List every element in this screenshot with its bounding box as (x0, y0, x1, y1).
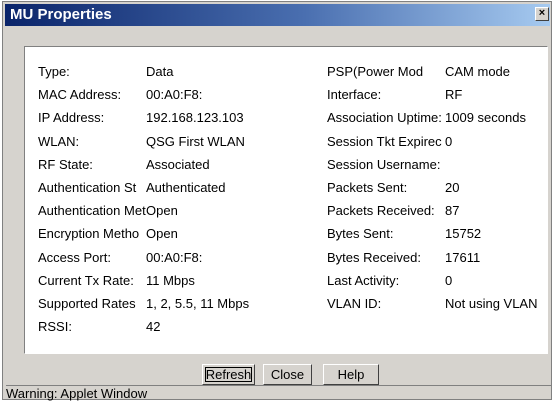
close-icon: × (538, 7, 546, 19)
property-label: Packets Received: (327, 203, 435, 219)
title-bar[interactable]: MU Properties × (5, 4, 550, 26)
property-row: Last Activity: 0 (25, 270, 545, 292)
property-row: Association Uptime: 1009 seconds (25, 107, 545, 129)
property-value: 1009 seconds (445, 110, 526, 126)
property-value: RF (445, 87, 463, 103)
properties-panel: Type: Data MAC Address: 00:A0:F8: IP Address… (24, 46, 548, 354)
property-label: VLAN ID: (327, 296, 382, 311)
property-value: 42 (146, 319, 161, 335)
mu-properties-window: MU Properties × Type: Data MAC Address: 00:… (2, 1, 552, 401)
close-window-button[interactable]: × (535, 7, 549, 21)
property-label: Association Uptime: (327, 110, 442, 126)
property-value: Not using VLAN (445, 296, 538, 311)
property-label: Session Tkt Expirec (327, 133, 442, 149)
property-value: 17611 (445, 249, 481, 265)
help-button[interactable]: Help (323, 364, 379, 385)
property-row: Session Tkt Expirec 0 (25, 131, 545, 153)
property-value: 15752 (445, 226, 482, 242)
property-row: Bytes Received: 17611 (25, 247, 545, 269)
property-label: Bytes Received: (327, 249, 421, 265)
property-value: 0 (445, 133, 453, 149)
property-label: Last Activity: (327, 272, 400, 288)
property-value: 0 (445, 272, 453, 288)
property-row: Bytes Sent: 15752 (25, 223, 545, 245)
property-value: 20 (445, 180, 460, 195)
property-label: Interface: (327, 87, 382, 103)
property-label: RSSI: (38, 319, 72, 335)
property-row: Packets Received: 87 (25, 200, 545, 222)
refresh-button[interactable]: Refresh (202, 364, 255, 385)
property-label: PSP(Power Mod (327, 64, 424, 79)
window-title: MU Properties (10, 6, 112, 23)
property-value: CAM mode (445, 64, 511, 79)
property-row: RSSI: 42 (25, 316, 545, 338)
property-row: Session Username: (25, 154, 545, 176)
property-row: Packets Sent: 20 (25, 177, 545, 199)
property-label: Bytes Sent: (327, 226, 394, 242)
property-label: Session Username: (327, 156, 441, 172)
property-value: 87 (445, 203, 460, 219)
property-label: Packets Sent: (327, 180, 408, 195)
property-row: PSP(Power Mod CAM mode (25, 61, 545, 83)
property-row: Interface: RF (25, 84, 545, 106)
status-bar: Warning: Applet Window (6, 385, 551, 401)
close-button[interactable]: Close (263, 364, 312, 385)
property-row: VLAN ID: Not using VLAN (25, 293, 545, 315)
